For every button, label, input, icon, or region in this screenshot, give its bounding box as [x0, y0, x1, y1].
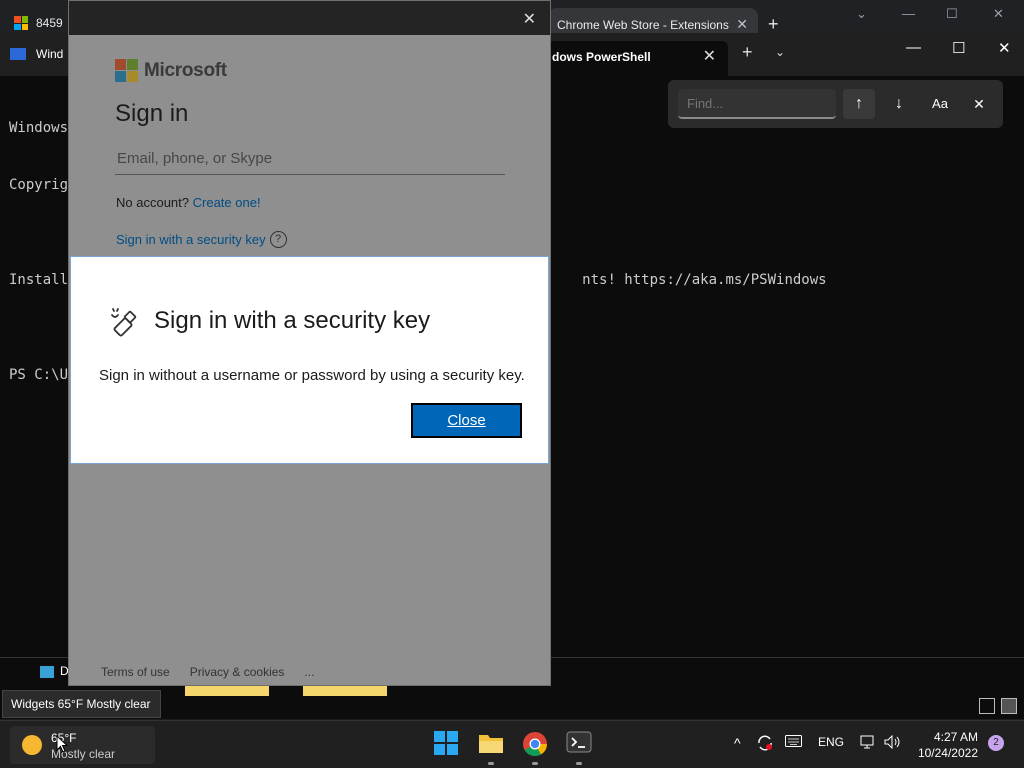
find-next-button[interactable]: ↓ — [883, 89, 915, 119]
weather-icon — [22, 735, 42, 755]
terms-link[interactable]: Terms of use — [101, 665, 170, 679]
terminal-icon — [566, 731, 592, 753]
help-icon[interactable]: ? — [269, 231, 287, 248]
start-button[interactable] — [434, 731, 462, 759]
microsoft-favicon-icon — [14, 16, 28, 30]
find-close-button[interactable]: ✕ — [963, 89, 995, 119]
chrome-maximize-button[interactable]: ☐ — [946, 6, 958, 22]
clock[interactable]: 4:27 AM 10/24/2022 — [916, 729, 978, 761]
email-field[interactable] — [115, 143, 505, 175]
close-button[interactable]: Close — [411, 403, 522, 438]
weather-widget[interactable]: 65°F Mostly clear — [10, 726, 155, 764]
chrome-tab-extensions[interactable]: Chrome Web Store - Extensions ✕ — [548, 8, 758, 34]
dialog-title: Sign in with a security key — [154, 307, 431, 334]
no-account-row: No account? Create one! — [116, 195, 261, 210]
running-indicator — [576, 762, 582, 765]
terminal-tab-powershell-label: dows PowerShell — [552, 50, 651, 64]
more-options-icon[interactable]: ... — [304, 665, 314, 679]
terminal-new-tab-button[interactable]: + — [742, 42, 753, 63]
security-key-icon — [111, 308, 137, 337]
popup-titlebar: ✕ — [69, 1, 550, 35]
popup-footer: Terms of use Privacy & cookies ... — [101, 665, 314, 679]
privacy-link[interactable]: Privacy & cookies — [190, 665, 285, 679]
sync-icon[interactable] — [756, 735, 774, 754]
signin-heading: Sign in — [115, 100, 189, 127]
mouse-cursor-icon — [56, 735, 68, 753]
create-account-link[interactable]: Create one! — [193, 195, 261, 210]
chrome-tab-search-icon[interactable]: ⌄ — [856, 6, 867, 22]
chrome-minimize-button[interactable]: — — [902, 6, 915, 21]
find-input[interactable] — [678, 89, 836, 119]
find-bar: ↑ ↓ Aa ✕ — [668, 80, 1003, 128]
microsoft-brand: Microsoft — [144, 59, 227, 81]
tray-chevron-icon[interactable]: ^ — [734, 735, 741, 751]
microsoft-logo-icon — [115, 59, 138, 82]
volume-icon[interactable] — [884, 734, 902, 752]
network-icon[interactable] — [860, 735, 876, 752]
terminal-close-button[interactable]: ✕ — [998, 39, 1011, 57]
chrome-tab-left[interactable]: 8459 — [14, 16, 63, 30]
terminal-tab-left-label: Wind — [36, 47, 64, 61]
desktop-icon — [40, 666, 54, 678]
chrome-button[interactable] — [522, 731, 550, 759]
terminal-dropdown-icon[interactable]: ⌄ — [775, 45, 785, 59]
chrome-new-tab-button[interactable]: + — [768, 14, 779, 35]
running-indicator — [532, 762, 538, 765]
chrome-tab-extensions-label: Chrome Web Store - Extensions — [557, 18, 729, 32]
widgets-tooltip: Widgets 65°F Mostly clear — [2, 690, 161, 718]
chrome-tab-left-label: 8459 — [36, 16, 63, 30]
terminal-tab-close-icon[interactable]: ✕ — [703, 46, 716, 66]
microsoft-logo: Microsoft — [115, 59, 227, 82]
terminal-tab-powershell[interactable]: dows PowerShell ✕ — [548, 41, 728, 76]
match-case-button[interactable]: Aa — [924, 89, 956, 119]
chrome-icon — [523, 732, 547, 757]
terminal-minimize-button[interactable]: — — [906, 39, 921, 56]
no-account-text: No account? — [116, 195, 189, 210]
terminal-button[interactable] — [566, 731, 594, 759]
terminal-tab-left[interactable]: Wind — [10, 47, 63, 61]
taskbar: 65°F Mostly clear ^ ENG 4:27 AM 10/24/20… — [0, 720, 1024, 768]
popup-close-button[interactable]: ✕ — [523, 9, 536, 29]
chrome-tab-close-icon[interactable]: ✕ — [736, 16, 748, 33]
security-key-link[interactable]: Sign in with a security key ? — [116, 231, 287, 248]
windows-icon — [434, 731, 458, 755]
view-list-icon[interactable] — [979, 698, 995, 714]
clock-date: 10/24/2022 — [917, 746, 978, 760]
security-key-dialog: Sign in with a security key Sign in with… — [70, 256, 549, 464]
keyboard-icon[interactable] — [785, 735, 802, 750]
file-explorer-button[interactable] — [478, 731, 506, 759]
folder-icon — [479, 735, 503, 753]
dialog-text: Sign in without a username or password b… — [99, 367, 525, 384]
security-key-link-label: Sign in with a security key — [116, 232, 266, 247]
powershell-icon — [10, 48, 26, 60]
clock-time: 4:27 AM — [933, 730, 978, 744]
notification-badge[interactable]: 2 — [988, 735, 1004, 751]
chrome-close-button[interactable]: ✕ — [993, 6, 1004, 22]
language-indicator[interactable]: ENG — [818, 735, 844, 749]
view-tile-icon[interactable] — [1001, 698, 1017, 714]
find-previous-button[interactable]: ↑ — [843, 89, 875, 119]
terminal-maximize-button[interactable]: ☐ — [952, 39, 965, 57]
running-indicator — [488, 762, 494, 765]
